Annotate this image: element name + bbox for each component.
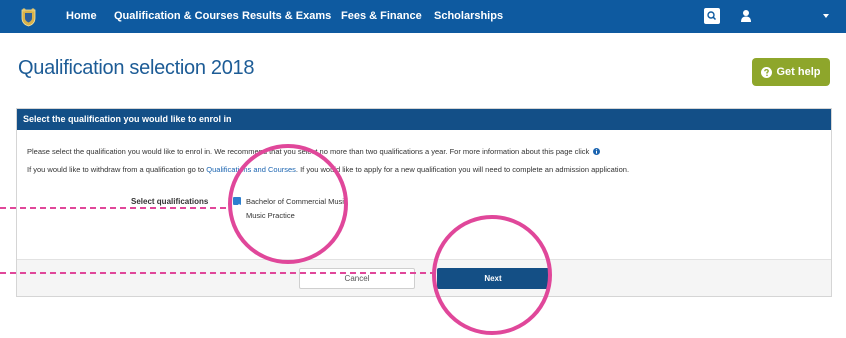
next-button[interactable]: Next — [437, 268, 549, 289]
cancel-button[interactable]: Cancel — [299, 268, 415, 289]
info-line-2: If you would like to withdraw from a qua… — [27, 165, 629, 174]
info-line-1: Please select the qualification you woul… — [27, 147, 601, 156]
select-qualifications-label: Select qualifications — [131, 197, 209, 206]
info-line-1-text: Please select the qualification you woul… — [27, 147, 590, 156]
get-help-button[interactable]: Get help — [752, 58, 830, 86]
top-nav: Home Qualification & Courses Results & E… — [0, 0, 846, 33]
qualification-checkbox[interactable] — [233, 197, 241, 209]
user-icon[interactable] — [741, 9, 751, 23]
panel-heading: Select the qualification you would like … — [17, 109, 831, 130]
search-button[interactable] — [704, 8, 720, 24]
check-icon — [234, 203, 240, 209]
qualification-name: Bachelor of Commercial Music — [246, 197, 348, 206]
page-title: Qualification selection 2018 — [18, 57, 255, 79]
panel-footer: Cancel Next — [17, 259, 831, 296]
info-line-2-before: If you would like to withdraw from a qua… — [27, 165, 205, 174]
search-icon — [707, 11, 717, 21]
question-circle-icon — [761, 66, 773, 78]
nav-qualification-courses[interactable]: Qualification & Courses — [114, 0, 239, 33]
info-icon[interactable] — [593, 148, 601, 155]
nav-fees-finance[interactable]: Fees & Finance — [341, 0, 422, 33]
qualification-panel: Select the qualification you would like … — [16, 108, 832, 297]
info-line-2-after: . If you would like to apply for a new q… — [295, 165, 630, 174]
nav-scholarships[interactable]: Scholarships — [434, 0, 503, 33]
qualification-major: Music Practice — [246, 211, 295, 220]
get-help-label: Get help — [776, 66, 821, 78]
qualifications-courses-link[interactable]: Qualifications and Courses — [206, 165, 296, 174]
nav-results-exams[interactable]: Results & Exams — [242, 0, 331, 33]
nav-home[interactable]: Home — [66, 0, 97, 33]
caret-down-icon[interactable] — [822, 13, 830, 19]
crest-logo[interactable] — [20, 7, 37, 27]
